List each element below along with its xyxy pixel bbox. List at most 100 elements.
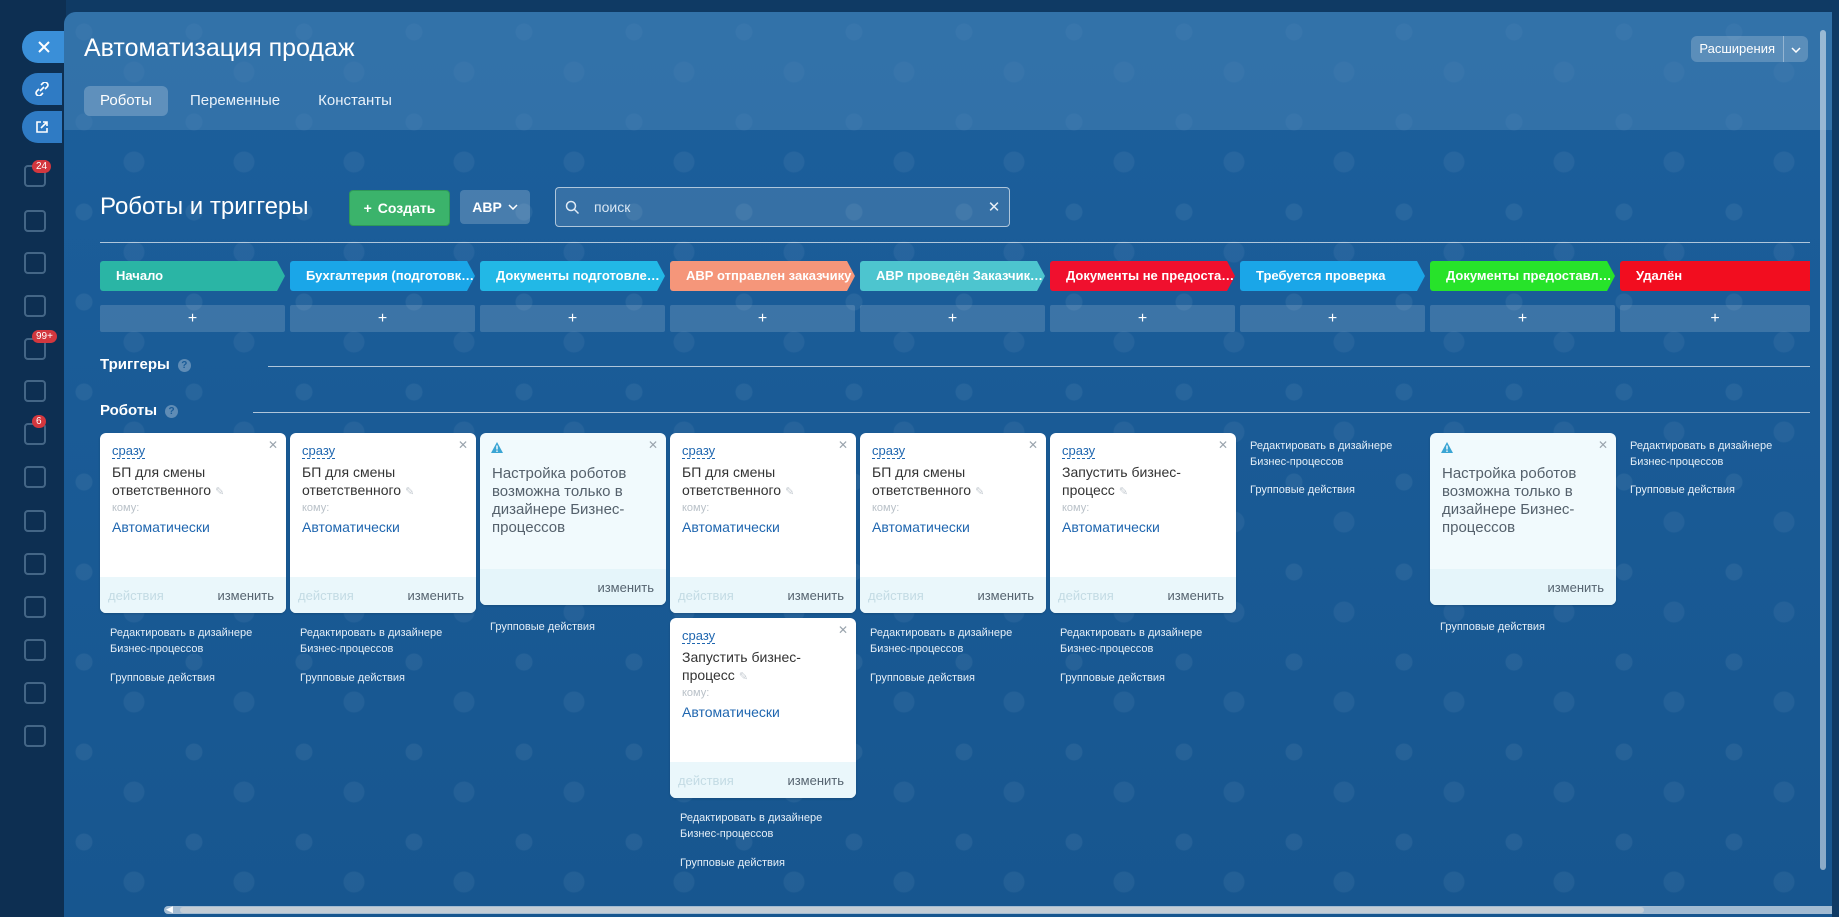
robot-edit-button[interactable]: изменить [1547, 580, 1604, 595]
robot-responsible[interactable]: Автоматически [682, 519, 844, 535]
add-trigger-button[interactable]: + [1620, 305, 1810, 332]
tab-variables[interactable]: Переменные [174, 86, 296, 116]
close-icon[interactable]: ✕ [1218, 438, 1228, 452]
stage-header[interactable]: Документы подготовлены [480, 261, 665, 291]
group-actions-link[interactable]: Групповые действия [110, 670, 215, 686]
stage-header[interactable]: Документы не предоставлены [1050, 261, 1235, 291]
robot-responsible[interactable]: Автоматически [872, 519, 1034, 535]
stage-header[interactable]: АВР проведён Заказчиком [860, 261, 1045, 291]
stage-header[interactable]: Бухгалтерия (подготовка документов) [290, 261, 475, 291]
close-slider-button[interactable] [22, 31, 66, 63]
category-filter-button[interactable]: АВР [460, 190, 530, 224]
vertical-scrollbar[interactable] [1820, 30, 1826, 870]
horizontal-scrollbar[interactable]: ◀ ▶ [164, 904, 1832, 915]
robot-edit-button[interactable]: изменить [787, 588, 844, 603]
close-icon[interactable]: ✕ [838, 623, 848, 637]
add-trigger-button[interactable]: + [670, 305, 855, 332]
edit-in-designer-link[interactable]: Редактировать в дизайнере Бизнес-процесс… [1250, 438, 1410, 470]
stage-header[interactable]: Требуется проверка [1240, 261, 1425, 291]
robot-card[interactable]: ✕ сразу Запустить бизнес-процесс ✎ кому: … [1050, 433, 1236, 613]
edit-in-designer-link[interactable]: Редактировать в дизайнере Бизнес-процесс… [680, 810, 840, 842]
robot-responsible[interactable]: Автоматически [112, 519, 274, 535]
robot-actions-label: действия [678, 587, 734, 603]
robot-delay[interactable]: сразу [872, 443, 906, 459]
background-badge: 6 [32, 415, 46, 428]
close-icon[interactable]: ✕ [458, 438, 468, 452]
copy-link-button[interactable] [22, 73, 62, 105]
group-actions-link[interactable]: Групповые действия [1060, 670, 1165, 686]
close-icon[interactable]: ✕ [1028, 438, 1038, 452]
edit-in-designer-link[interactable]: Редактировать в дизайнере Бизнес-процесс… [1630, 438, 1790, 470]
robot-card[interactable]: ✕ сразу БП для смены ответственного ✎ ком… [290, 433, 476, 613]
robot-responsible[interactable]: Автоматически [1062, 519, 1224, 535]
robot-edit-button[interactable]: изменить [407, 588, 464, 603]
robot-card[interactable]: ✕ сразу БП для смены ответственного ✎ ком… [100, 433, 286, 613]
help-icon[interactable]: ? [165, 405, 179, 418]
close-icon[interactable]: ✕ [1598, 438, 1608, 452]
add-trigger-button[interactable]: + [480, 305, 665, 332]
robot-delay[interactable]: сразу [682, 628, 716, 644]
robot-delay[interactable]: сразу [112, 443, 146, 459]
edit-in-designer-link[interactable]: Редактировать в дизайнере Бизнес-процесс… [870, 625, 1030, 657]
help-icon[interactable]: ? [177, 359, 191, 372]
chevron-down-icon [508, 204, 518, 210]
robot-delay[interactable]: сразу [302, 443, 336, 459]
robot-responsible[interactable]: Автоматически [302, 519, 464, 535]
create-button[interactable]: + Создать [349, 190, 450, 226]
group-actions-link[interactable]: Групповые действия [1440, 619, 1545, 635]
tab-robots[interactable]: Роботы [84, 86, 168, 116]
group-actions-link[interactable]: Групповые действия [680, 855, 785, 871]
group-actions-link[interactable]: Групповые действия [1630, 482, 1735, 498]
pencil-icon[interactable]: ✎ [405, 486, 414, 498]
add-trigger-button[interactable]: + [100, 305, 285, 332]
robot-edit-button[interactable]: изменить [787, 773, 844, 788]
edit-in-designer-link[interactable]: Редактировать в дизайнере Бизнес-процесс… [1060, 625, 1220, 657]
tab-constants[interactable]: Константы [302, 86, 408, 116]
robot-edit-button[interactable]: изменить [1167, 588, 1224, 603]
robot-card[interactable]: ✕ сразу Запустить бизнес-процесс ✎ кому: … [670, 618, 856, 798]
doc-icon [24, 466, 46, 488]
chevron-down-icon [1784, 36, 1808, 62]
add-trigger-button[interactable]: + [1050, 305, 1235, 332]
search-input[interactable] [588, 198, 979, 216]
add-trigger-button[interactable]: + [1240, 305, 1425, 332]
robot-delay[interactable]: сразу [682, 443, 716, 459]
robot-delay[interactable]: сразу [1062, 443, 1096, 459]
stage-header[interactable]: Удалён [1620, 261, 1810, 291]
scroll-left-icon[interactable]: ◀ [166, 904, 173, 915]
scrollbar-thumb[interactable] [180, 907, 1644, 913]
group-actions-link[interactable]: Групповые действия [1250, 482, 1355, 498]
extensions-button[interactable]: Расширения [1691, 36, 1808, 62]
pencil-icon[interactable]: ✎ [975, 486, 984, 498]
edit-in-designer-link[interactable]: Редактировать в дизайнере Бизнес-процесс… [300, 625, 460, 657]
close-icon[interactable]: ✕ [838, 438, 848, 452]
group-actions-link[interactable]: Групповые действия [490, 619, 595, 635]
pencil-icon[interactable]: ✎ [1119, 486, 1128, 498]
stage-header[interactable]: АВР отправлен заказчику [670, 261, 855, 291]
add-trigger-button[interactable]: + [860, 305, 1045, 332]
robot-card[interactable]: ✕ сразу БП для смены ответственного ✎ ком… [670, 433, 856, 613]
robot-responsible[interactable]: Автоматически [682, 704, 844, 720]
pencil-icon[interactable]: ✎ [739, 671, 748, 683]
robot-card[interactable]: ✕ сразу БП для смены ответственного ✎ ком… [860, 433, 1046, 613]
stage-bar: Начало Бухгалтерия (подготовка документо… [100, 261, 1810, 291]
edit-in-designer-link[interactable]: Редактировать в дизайнере Бизнес-процесс… [110, 625, 270, 657]
add-trigger-button[interactable]: + [290, 305, 475, 332]
robot-card-footer: изменить [1430, 569, 1616, 605]
robot-warning-text: Настройка роботов возможна только в диза… [492, 465, 627, 536]
open-new-window-button[interactable] [22, 111, 62, 143]
pencil-icon[interactable]: ✎ [215, 486, 224, 498]
add-trigger-button[interactable]: + [1430, 305, 1615, 332]
robot-edit-button[interactable]: изменить [977, 588, 1034, 603]
robot-edit-button[interactable]: изменить [597, 580, 654, 595]
close-icon[interactable]: ✕ [648, 438, 658, 452]
robot-edit-button[interactable]: изменить [217, 588, 274, 603]
stage-header[interactable]: Документы предоставлены [1430, 261, 1615, 291]
pencil-icon[interactable]: ✎ [785, 486, 794, 498]
group-actions-link[interactable]: Групповые действия [870, 670, 975, 686]
stage-header[interactable]: Начало [100, 261, 285, 291]
clear-search-icon[interactable]: ✕ [979, 198, 1009, 216]
robot-title: БП для смены ответственного ✎ [112, 463, 274, 501]
group-actions-link[interactable]: Групповые действия [300, 670, 405, 686]
close-icon[interactable]: ✕ [268, 438, 278, 452]
